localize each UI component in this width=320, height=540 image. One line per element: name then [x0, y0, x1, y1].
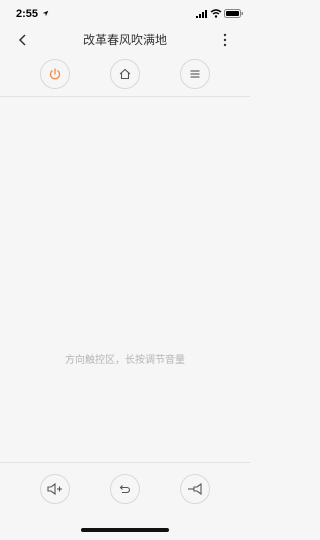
remote-control-screen: 2:55 改革春风吹满地 方向触控区，长按调节音量: [0, 0, 250, 540]
direction-touch-area[interactable]: 方向触控区，长按调节音量: [0, 97, 250, 462]
status-bar: 2:55: [0, 0, 250, 28]
power-icon: [49, 68, 61, 80]
volume-down-button[interactable]: [180, 474, 210, 504]
status-time: 2:55: [16, 8, 39, 20]
location-arrow-icon: [42, 10, 49, 17]
home-button[interactable]: [110, 59, 140, 89]
battery-icon: [224, 9, 243, 18]
wifi-icon: [210, 9, 222, 18]
home-icon: [119, 68, 131, 80]
volume-up-button[interactable]: [40, 474, 70, 504]
menu-button[interactable]: [180, 59, 210, 89]
power-button[interactable]: [40, 59, 70, 89]
bottom-divider: [0, 462, 250, 463]
touch-hint: 方向触控区，长按调节音量: [65, 355, 185, 366]
home-indicator: [81, 528, 169, 532]
menu-icon: [190, 70, 200, 78]
header: 改革春风吹满地: [0, 28, 250, 52]
page-title: 改革春风吹满地: [82, 33, 167, 47]
volume-down-icon: [188, 482, 202, 496]
vertical-ellipsis-icon[interactable]: [218, 31, 232, 49]
back-button[interactable]: [110, 474, 140, 504]
chevron-left-icon[interactable]: [14, 31, 32, 49]
return-icon: [119, 485, 131, 494]
volume-up-icon: [47, 482, 62, 496]
signal-icon: [196, 10, 207, 18]
